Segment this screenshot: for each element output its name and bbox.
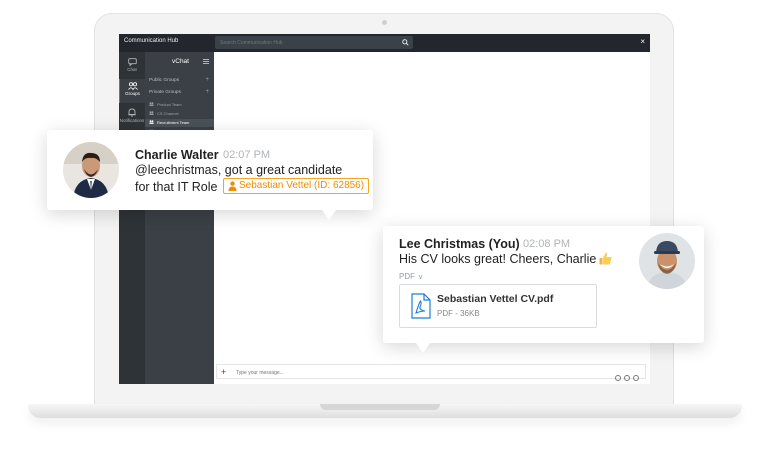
search-box[interactable] [215, 36, 413, 49]
avatar-lee [639, 233, 695, 289]
section-private-groups[interactable]: Private Groups + [149, 89, 211, 99]
message-line: @leechristmas, got a great candidate [135, 163, 343, 177]
message-input[interactable] [234, 366, 588, 379]
bell-icon [128, 108, 136, 117]
rail-item-notifications[interactable]: Notifications [119, 105, 145, 129]
section-label: Private Groups [149, 90, 181, 95]
add-private-group-button[interactable]: + [205, 89, 209, 95]
close-button[interactable]: × [640, 37, 645, 47]
group-item-selected[interactable]: Recruitment Team [145, 119, 214, 127]
file-meta: PDF - 36KB [437, 309, 480, 318]
app-title: Communication Hub [124, 38, 179, 44]
rail-item-groups[interactable]: Groups [119, 79, 145, 103]
message-line: for that IT Role [135, 180, 218, 194]
camera-dot [382, 20, 387, 25]
groups-icon [127, 82, 138, 90]
sidebar-header: vChat [145, 56, 214, 68]
sidebar-title: vChat [172, 58, 189, 65]
sender-name: Lee Christmas (You) [399, 237, 520, 251]
group-item[interactable]: Product Team [145, 101, 214, 109]
settings-icon[interactable] [633, 375, 639, 381]
candidate-mention-tag[interactable]: Sebastian Vettel (ID: 62856) [223, 178, 370, 194]
person-icon [228, 181, 237, 191]
icon-rail: Chat Groups Notifications [119, 52, 145, 384]
search-input[interactable] [215, 36, 399, 49]
menu-icon[interactable] [203, 59, 209, 64]
chat-icon [127, 58, 137, 66]
chevron-down-icon: ∨ [418, 274, 424, 281]
section-label: Public Groups [149, 78, 180, 83]
group-icon [149, 111, 154, 115]
attach-button[interactable]: + [221, 366, 226, 378]
attachment-type-label: PDF [399, 272, 415, 281]
group-label: CS Channel [157, 111, 179, 116]
message-text: His CV looks great! Cheers, Charlie [399, 252, 597, 266]
incoming-message-card: Charlie Walter 02:07 PM @leechristmas, g… [47, 130, 373, 220]
composer-actions [612, 368, 639, 384]
person-photo-icon [639, 233, 695, 289]
group-icon [149, 102, 154, 106]
rail-label-chat: Chat [127, 67, 137, 72]
group-sidebar: vChat Public Groups + Private Groups + P… [145, 52, 214, 384]
message-time: 02:07 PM [223, 149, 271, 161]
titlebar: Communication Hub × [119, 34, 650, 52]
laptop-notch [320, 404, 440, 410]
group-label: Product Team [157, 102, 182, 107]
group-item[interactable]: CS Channel [145, 110, 214, 118]
rail-item-chat[interactable]: Chat [119, 55, 145, 79]
mention-icon[interactable] [624, 375, 630, 381]
sender-name: Charlie Walter [135, 148, 219, 162]
avatar-charlie [63, 142, 119, 198]
emoji-icon[interactable] [615, 375, 621, 381]
thumbs-up-icon [599, 252, 612, 265]
message-time: 02:08 PM [523, 238, 571, 250]
pdf-file-icon [411, 293, 431, 319]
mention-label: Sebastian Vettel (ID: 62856) [239, 180, 365, 191]
file-name: Sebastian Vettel CV.pdf [437, 293, 554, 305]
person-photo-icon [63, 142, 119, 198]
section-public-groups[interactable]: Public Groups + [149, 77, 211, 87]
rail-label-notifications: Notifications [119, 118, 145, 123]
search-icon[interactable] [402, 39, 409, 46]
file-attachment[interactable]: Sebastian Vettel CV.pdf PDF - 36KB [399, 284, 597, 328]
group-icon [149, 120, 154, 124]
add-public-group-button[interactable]: + [205, 77, 209, 83]
message-composer: + [216, 364, 646, 381]
rail-label-groups: Groups [125, 91, 140, 96]
attachment-type-toggle[interactable]: PDF ∨ [399, 272, 423, 281]
group-label: Recruitment Team [157, 120, 190, 125]
